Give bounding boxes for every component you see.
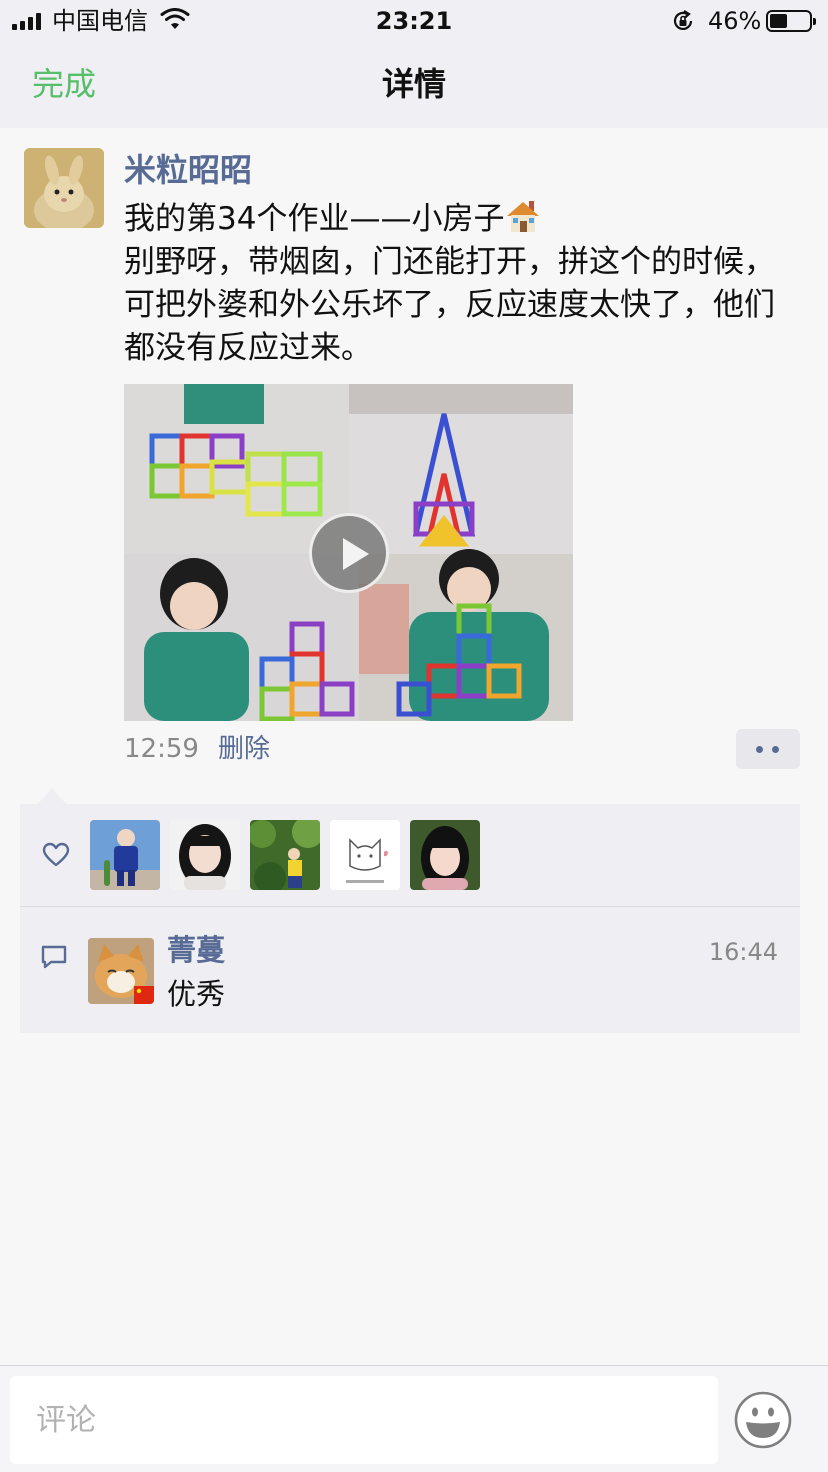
- post-text: 我的第34个作业——小房子 别野呀，带烟囱，门还能打开，拼这个的时候，可把外婆和…: [124, 197, 796, 370]
- rotation-lock-icon: [673, 10, 693, 30]
- post-author-name[interactable]: 米粒昭昭: [124, 150, 252, 190]
- like-avatar[interactable]: [330, 820, 400, 890]
- battery-icon: [766, 10, 816, 32]
- commenter-avatar[interactable]: [88, 938, 154, 1004]
- video-thumbnail[interactable]: [124, 384, 573, 721]
- page-title: 详情: [381, 65, 446, 103]
- like-avatar[interactable]: [170, 820, 240, 890]
- nav-bar: 完成 详情: [0, 42, 828, 128]
- post-text-line1: 我的第34个作业——小房子: [124, 201, 505, 237]
- like-avatar[interactable]: [410, 820, 480, 890]
- house-emoji-icon: [507, 201, 540, 232]
- panel-divider: [20, 906, 800, 907]
- battery-percent: 46%: [708, 7, 762, 35]
- comment-author[interactable]: 菁蔓: [167, 932, 225, 968]
- comment-bar: [0, 1365, 828, 1472]
- like-avatar[interactable]: [250, 820, 320, 890]
- smiley-icon[interactable]: [734, 1391, 792, 1449]
- post-time: 12:59: [124, 734, 199, 764]
- comment-icon: [41, 945, 67, 969]
- status-time: 23:21: [375, 7, 453, 35]
- post-text-body: 别野呀，带烟囱，门还能打开，拼这个的时候，可把外婆和外公乐坏了，反应速度太快了，…: [124, 244, 775, 366]
- delete-button[interactable]: 删除: [218, 733, 270, 765]
- more-icon[interactable]: [736, 729, 800, 769]
- comment-text: 优秀: [167, 977, 226, 1011]
- author-avatar[interactable]: [24, 148, 104, 228]
- play-icon[interactable]: [309, 513, 389, 593]
- comment-time: 16:44: [708, 938, 778, 966]
- heart-icon: [42, 842, 70, 867]
- interaction-panel: 菁蔓 16:44 优秀: [20, 804, 800, 1033]
- like-avatar[interactable]: [90, 820, 160, 890]
- panel-arrow: [38, 788, 66, 804]
- comment-input[interactable]: [10, 1376, 718, 1464]
- status-bar: 中国电信 23:21 46%: [0, 0, 828, 42]
